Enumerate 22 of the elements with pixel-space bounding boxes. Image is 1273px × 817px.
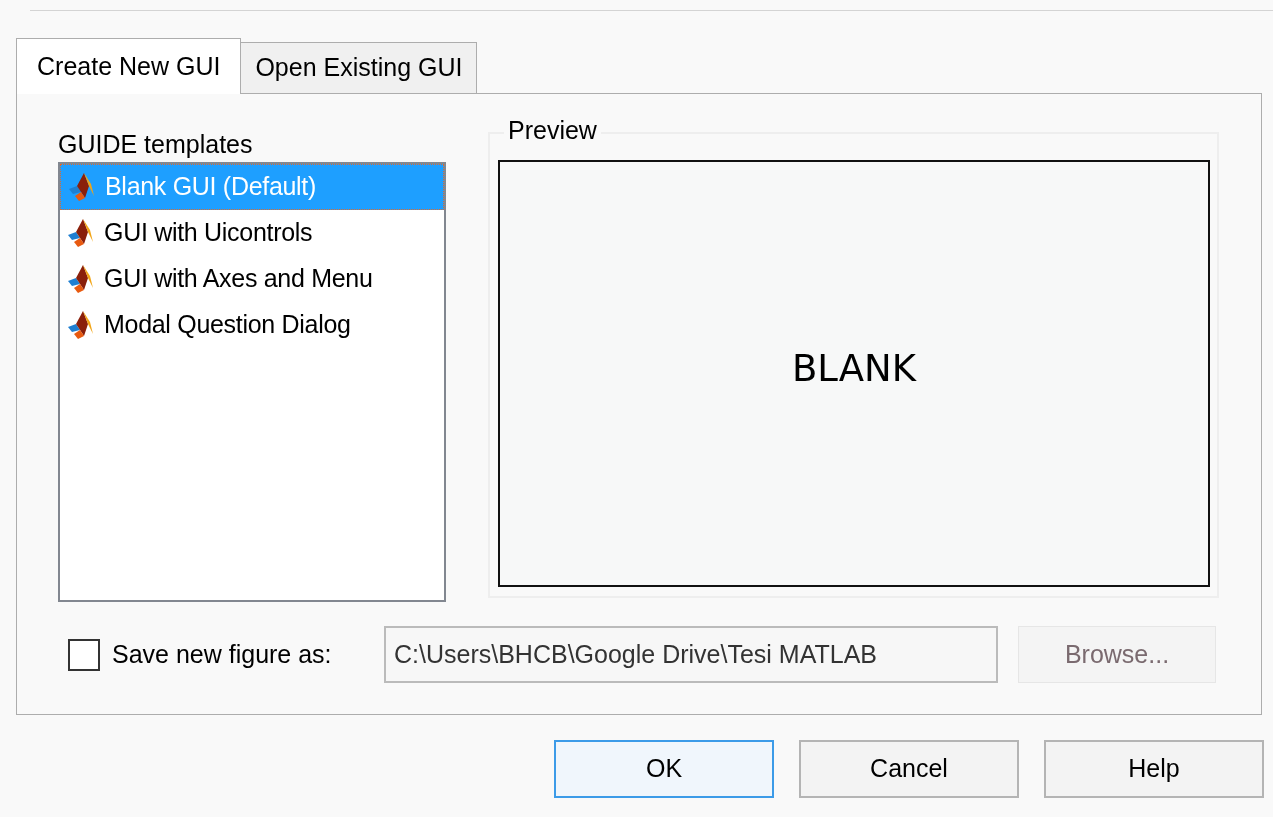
list-item[interactable]: GUI with Axes and Menu (60, 256, 444, 302)
tab[interactable]: Open Existing GUI (241, 42, 478, 93)
item-label: Modal Question Dialog (104, 309, 351, 341)
item-label: Blank GUI (Default) (105, 171, 317, 203)
checkbox[interactable] (68, 638, 100, 671)
list-label: GUIDE templates (58, 129, 254, 160)
tab[interactable]: Create New GUI (16, 38, 242, 94)
dialog-button[interactable]: OK (554, 740, 774, 798)
template-list[interactable]: Blank GUI (Default) GUI with Uicontrols GUI with Axes and Menu Modal Question Dialog (58, 162, 446, 602)
list-item[interactable]: GUI with Uicontrols (60, 210, 444, 256)
membrane-icon (66, 218, 94, 248)
membrane-icon (66, 264, 94, 294)
path-field[interactable]: C:\Users\BHCB\Google Drive\Tesi MATLAB (384, 626, 998, 683)
dialog-button[interactable]: Cancel (799, 740, 1019, 798)
membrane-icon (66, 310, 94, 340)
item-label: GUI with Uicontrols (104, 217, 313, 249)
item-label: GUI with Axes and Menu (104, 263, 373, 295)
dialog-button[interactable]: Help (1044, 740, 1264, 798)
list-item[interactable]: Modal Question Dialog (60, 302, 444, 348)
membrane-icon (67, 172, 95, 202)
preview-text: BLANK (791, 345, 917, 392)
checkbox-label: Save new figure as: (112, 638, 333, 670)
